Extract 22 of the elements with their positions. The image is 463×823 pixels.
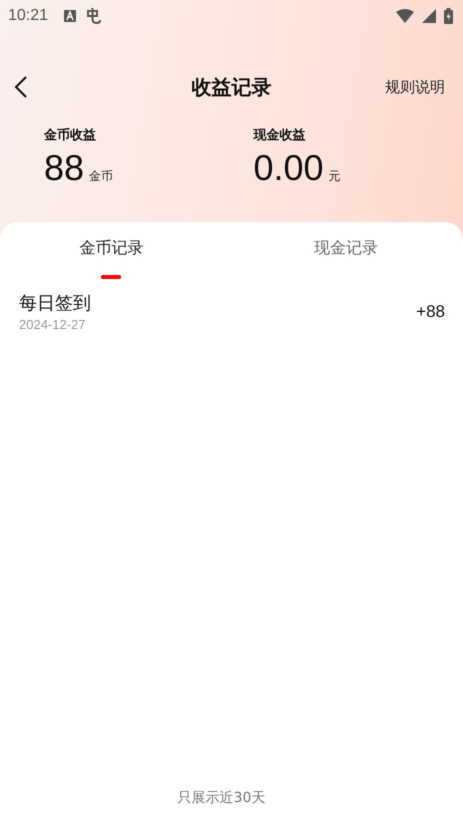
status-time: 10:21: [8, 7, 48, 25]
notification-icon: [64, 10, 76, 22]
summary-label: 现金收益: [254, 127, 306, 144]
battery-icon: [444, 8, 453, 24]
footer-note: 只展示近30天: [178, 789, 266, 807]
page-title: 收益记录: [192, 74, 272, 100]
summary-label: 金币收益: [44, 126, 97, 144]
summary-unit: 金币: [89, 168, 114, 185]
app-icon: [84, 7, 102, 25]
tab[interactable]: 现金记录: [314, 238, 378, 262]
record-amount: +88: [416, 302, 445, 322]
record-date: 2024-12-27: [19, 317, 86, 332]
summary-value: 0.00: [254, 148, 324, 188]
summary-value: 88: [44, 148, 84, 188]
record-title: 每日签到: [19, 292, 92, 315]
summary-unit: 元: [328, 168, 341, 185]
back-icon[interactable]: [14, 75, 28, 99]
signal-icon: [422, 9, 436, 23]
rules-link[interactable]: 规则说明: [385, 78, 445, 96]
wifi-icon: [396, 9, 414, 23]
tab-indicator: [101, 275, 122, 279]
tab[interactable]: 金币记录: [79, 238, 144, 262]
